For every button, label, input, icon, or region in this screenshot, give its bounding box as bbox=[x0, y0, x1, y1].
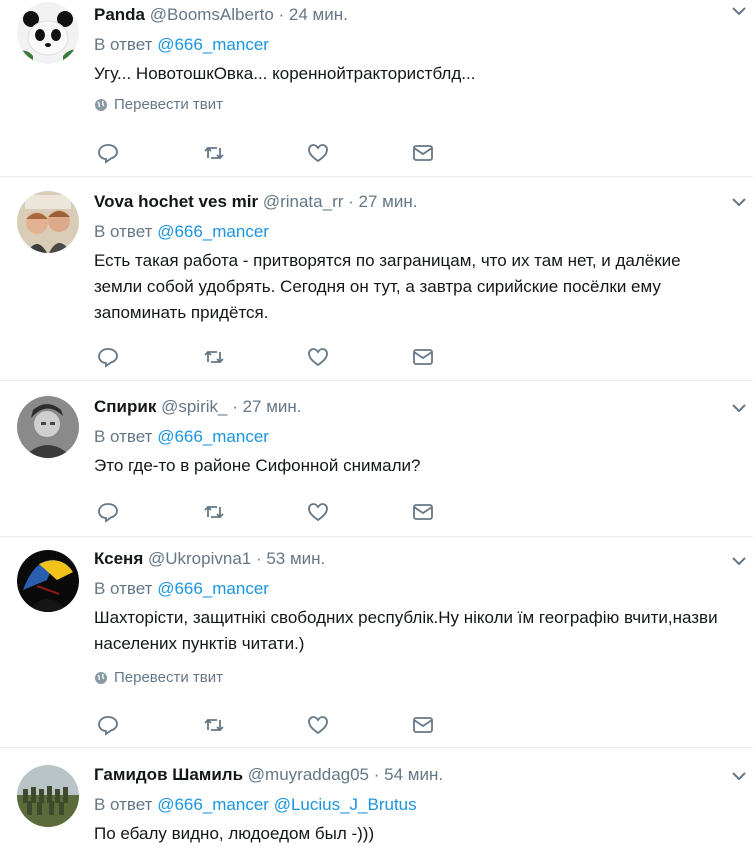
mention-link[interactable]: @666_mancer bbox=[157, 427, 269, 446]
avatar[interactable] bbox=[17, 765, 79, 827]
reply-icon[interactable] bbox=[96, 345, 120, 369]
retweet-icon[interactable] bbox=[202, 713, 226, 737]
chevron-down-icon[interactable] bbox=[730, 4, 748, 18]
message-icon[interactable] bbox=[411, 500, 435, 524]
display-name[interactable]: Спирик bbox=[94, 397, 156, 416]
timestamp[interactable]: · 24 мин. bbox=[279, 5, 348, 24]
translate-link[interactable]: Перевести твит bbox=[94, 669, 733, 686]
retweet-icon[interactable] bbox=[202, 500, 226, 524]
tweet-text: Угу... НовотошкОвка... кореннойтракторис… bbox=[94, 64, 476, 83]
reply-prefix: В ответ bbox=[94, 579, 153, 598]
reply-icon[interactable] bbox=[96, 141, 120, 165]
chevron-down-icon[interactable] bbox=[730, 401, 748, 415]
retweet-icon[interactable] bbox=[202, 141, 226, 165]
tweet[interactable]: Vova hochet ves mir @rinata_rr · 27 мин.… bbox=[0, 177, 753, 381]
chevron-down-icon[interactable] bbox=[730, 769, 748, 783]
reply-prefix: В ответ bbox=[94, 427, 153, 446]
like-icon[interactable] bbox=[306, 345, 330, 369]
reply-prefix: В ответ bbox=[94, 35, 153, 54]
reply-context: В ответ @666_mancer @Lucius_J_Brutus bbox=[94, 795, 733, 817]
translate-label[interactable]: Перевести твит bbox=[114, 96, 223, 113]
reply-prefix: В ответ bbox=[94, 222, 153, 241]
tweet-text: По ебалу видно, людоедом был -))) bbox=[94, 824, 375, 843]
avatar[interactable] bbox=[17, 396, 79, 458]
display-name[interactable]: Гамидов Шамиль bbox=[94, 765, 243, 784]
translate-link[interactable]: Перевести твит bbox=[94, 96, 733, 113]
tweet-text: Есть такая работа - притворятся по загра… bbox=[94, 251, 681, 322]
user-handle[interactable]: @BoomsAlberto bbox=[150, 5, 274, 24]
timestamp[interactable]: · 54 мин. bbox=[374, 765, 443, 784]
chevron-down-icon[interactable] bbox=[730, 554, 748, 568]
timestamp[interactable]: · 53 мин. bbox=[256, 549, 325, 568]
mention-link[interactable]: @666_mancer bbox=[157, 795, 269, 814]
avatar[interactable] bbox=[17, 550, 79, 612]
globe-icon bbox=[95, 98, 107, 111]
mention-link[interactable]: @Lucius_J_Brutus bbox=[274, 795, 417, 814]
like-icon[interactable] bbox=[306, 500, 330, 524]
retweet-icon[interactable] bbox=[202, 345, 226, 369]
user-handle[interactable]: @muyraddag05 bbox=[248, 765, 369, 784]
message-icon[interactable] bbox=[411, 713, 435, 737]
mention-link[interactable]: @666_mancer bbox=[157, 579, 269, 598]
tweet[interactable]: Гамидов Шамиль @muyraddag05 · 54 мин. В … bbox=[0, 748, 753, 857]
like-icon[interactable] bbox=[306, 141, 330, 165]
avatar[interactable] bbox=[17, 191, 79, 253]
message-icon[interactable] bbox=[411, 345, 435, 369]
display-name[interactable]: Vova hochet ves mir bbox=[94, 192, 258, 211]
timestamp[interactable]: · 27 мин. bbox=[348, 192, 417, 211]
reply-context: В ответ @666_mancer bbox=[94, 579, 733, 601]
message-icon[interactable] bbox=[411, 141, 435, 165]
tweet-text: Это где-то в районе Сифонной снимали? bbox=[94, 456, 421, 475]
display-name[interactable]: Panda bbox=[94, 5, 145, 24]
user-handle[interactable]: @rinata_rr bbox=[263, 192, 344, 211]
tweet[interactable]: Ксеня @Ukropivna1 · 53 мин. В ответ @666… bbox=[0, 537, 753, 748]
user-handle[interactable]: @Ukropivna1 bbox=[148, 549, 251, 568]
translate-label[interactable]: Перевести твит bbox=[114, 669, 223, 686]
tweet-text: Шахторісти, защитнікі свободних республі… bbox=[94, 608, 718, 653]
tweet[interactable]: Panda @BoomsAlberto · 24 мин. В ответ @6… bbox=[0, 0, 753, 177]
avatar[interactable] bbox=[17, 2, 79, 64]
reply-prefix: В ответ bbox=[94, 795, 153, 814]
mention-link[interactable]: @666_mancer bbox=[157, 35, 269, 54]
chevron-down-icon[interactable] bbox=[730, 195, 748, 209]
like-icon[interactable] bbox=[306, 713, 330, 737]
mention-link[interactable]: @666_mancer bbox=[157, 222, 269, 241]
reply-icon[interactable] bbox=[96, 500, 120, 524]
tweet[interactable]: Спирик @spirik_ · 27 мин. В ответ @666_m… bbox=[0, 381, 753, 537]
reply-icon[interactable] bbox=[96, 713, 120, 737]
reply-context: В ответ @666_mancer bbox=[94, 222, 733, 244]
reply-context: В ответ @666_mancer bbox=[94, 427, 733, 449]
user-handle[interactable]: @spirik_ bbox=[161, 397, 227, 416]
timestamp[interactable]: · 27 мин. bbox=[232, 397, 301, 416]
globe-icon bbox=[95, 671, 107, 684]
display-name[interactable]: Ксеня bbox=[94, 549, 143, 568]
reply-context: В ответ @666_mancer bbox=[94, 35, 733, 57]
